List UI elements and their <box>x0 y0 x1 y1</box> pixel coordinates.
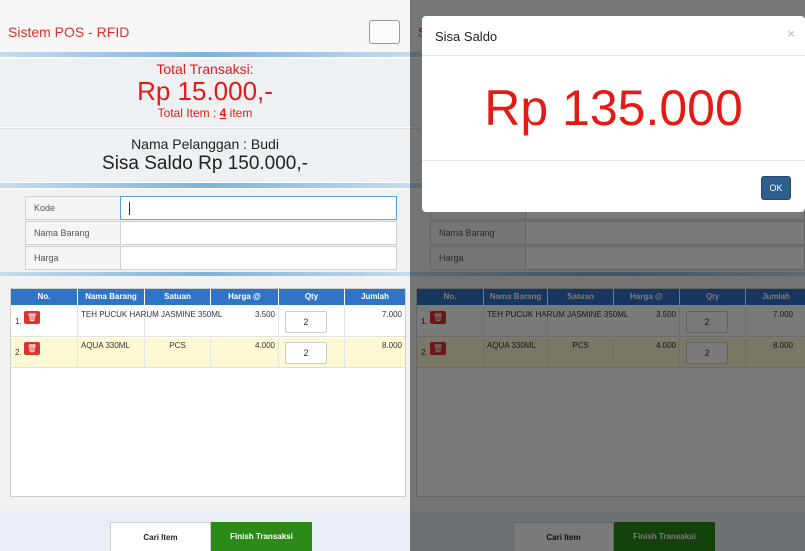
cell-jumlah: 7.000 <box>345 307 405 337</box>
delete-row-button[interactable]: 🗑 <box>24 342 40 355</box>
total-items-prefix: Total Item : <box>157 106 220 120</box>
total-items: Total Item : 4 item <box>0 106 410 120</box>
total-label: Total Transaksi: <box>156 61 254 77</box>
row-number: 2. <box>15 348 22 357</box>
modal-body: Rp 135.000 <box>422 56 805 161</box>
kode-input[interactable] <box>121 197 396 219</box>
col-harga: Harga @ <box>211 289 279 305</box>
cell-harga: 4.000 <box>211 338 279 368</box>
app-header: Sistem POS - RFID <box>0 0 410 55</box>
pos-screen-dialog: Sistem POS - RFID Kode Nama Barang Harga… <box>410 0 805 551</box>
cell-nama-barang: TEH PUCUK HARUM JASMINE 350ML <box>78 307 222 337</box>
sisa-saldo-modal: Sisa Saldo × Rp 135.000 OK <box>422 16 805 212</box>
trash-icon: 🗑 <box>26 313 38 322</box>
app-title: Sistem POS - RFID <box>8 24 130 40</box>
item-form: Kode Nama Barang Harga <box>0 189 410 272</box>
cell-no: 2. 🗑 <box>11 338 78 368</box>
item-unit: PCS <box>169 341 186 350</box>
item-total: 7.000 <box>381 310 402 319</box>
col-nama-barang: Nama Barang <box>78 289 145 305</box>
total-panel: Total Transaksi: Rp 15.000,- Total Item … <box>0 59 410 127</box>
nama-barang-row: Nama Barang <box>25 221 397 245</box>
nama-barang-label: Nama Barang <box>26 222 121 244</box>
ok-button[interactable]: OK <box>761 176 791 200</box>
kode-label: Kode <box>26 197 121 219</box>
panel-divider <box>0 183 410 188</box>
modal-header: Sisa Saldo × <box>422 16 805 56</box>
customer-panel: Nama Pelanggan : Budi Sisa Saldo Rp 150.… <box>0 128 410 182</box>
item-name: AQUA 330ML <box>81 341 130 350</box>
modal-title: Sisa Saldo <box>435 29 498 44</box>
total-items-suffix: item <box>226 106 253 120</box>
customer-name: Nama Pelanggan : Budi <box>131 136 279 152</box>
close-icon[interactable]: × <box>787 26 795 41</box>
remaining-balance-amount: Rp 135.000 <box>484 80 743 136</box>
table-row: 2. 🗑 AQUA 330ML PCS 4.000 2 8.000 <box>11 338 405 368</box>
cart-table-header: No. Nama Barang Satuan Harga @ Qty Jumla… <box>11 289 405 305</box>
col-qty: Qty <box>279 289 345 305</box>
item-price: 4.000 <box>254 341 275 350</box>
harga-row: Harga <box>25 246 397 270</box>
pos-screen-main: Sistem POS - RFID Total Transaksi: Rp 15… <box>0 0 410 551</box>
cari-item-button[interactable]: Cari Item <box>110 522 211 551</box>
menu-toggle-button[interactable] <box>369 20 400 44</box>
table-row: 1. 🗑 TEH PUCUK HARUM JASMINE 350ML 3.500… <box>11 307 405 337</box>
harga-label: Harga <box>26 247 121 269</box>
finish-transaksi-button[interactable]: Finish Transaksi <box>211 522 312 551</box>
qty-input[interactable]: 2 <box>285 311 327 333</box>
nama-barang-input[interactable] <box>122 222 396 244</box>
cart-table: No. Nama Barang Satuan Harga @ Qty Jumla… <box>10 288 406 497</box>
text-cursor <box>129 202 130 215</box>
total-amount: Rp 15.000,- <box>137 76 273 106</box>
cell-qty: 2 <box>279 338 345 368</box>
item-total: 8.000 <box>381 341 402 350</box>
delete-row-button[interactable]: 🗑 <box>24 311 40 324</box>
row-number: 1. <box>15 317 22 326</box>
harga-input[interactable] <box>122 247 396 269</box>
cart-area: No. Nama Barang Satuan Harga @ Qty Jumla… <box>0 276 410 511</box>
col-jumlah: Jumlah <box>345 289 405 305</box>
col-no: No. <box>11 289 78 305</box>
footer-bar: Cari Item Finish Transaksi <box>0 511 410 551</box>
item-price: 3.500 <box>254 310 275 319</box>
header-divider <box>0 52 410 57</box>
kode-field[interactable] <box>120 196 397 220</box>
cell-no: 1. 🗑 <box>11 307 78 337</box>
cell-qty: 2 <box>279 307 345 337</box>
qty-input[interactable]: 2 <box>285 342 327 364</box>
col-satuan: Satuan <box>145 289 211 305</box>
customer-saldo: Sisa Saldo Rp 150.000,- <box>102 153 308 174</box>
cell-satuan: PCS <box>145 338 211 368</box>
cell-satuan <box>145 307 211 337</box>
cell-nama-barang: AQUA 330ML <box>78 338 145 368</box>
trash-icon: 🗑 <box>26 344 38 353</box>
cell-harga: 3.500 <box>211 307 279 337</box>
cell-jumlah: 8.000 <box>345 338 405 368</box>
